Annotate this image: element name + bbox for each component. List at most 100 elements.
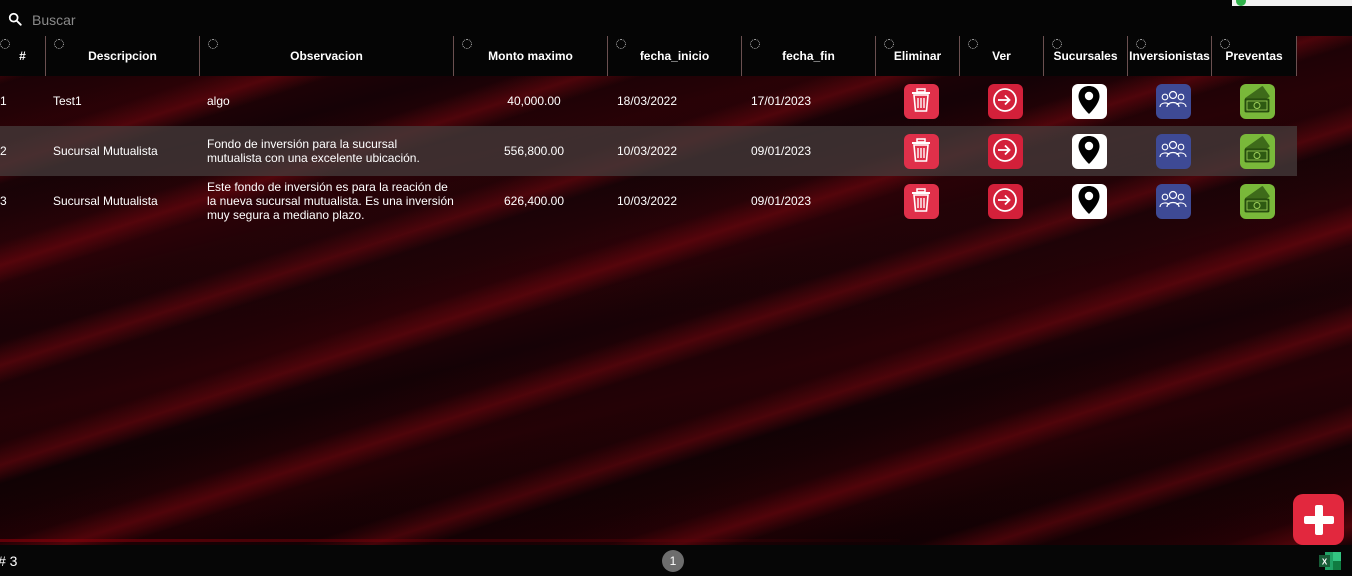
sort-icon — [750, 39, 760, 49]
cell-id: 2 — [0, 144, 7, 158]
cell-descripcion: Sucursal Mutualista — [53, 194, 158, 208]
presales-button[interactable] — [1239, 133, 1275, 169]
enter-arrow-icon — [992, 87, 1018, 116]
excel-icon[interactable]: X — [1318, 551, 1342, 571]
cell-eliminar — [876, 126, 966, 176]
location-pin-icon — [1077, 135, 1101, 168]
sort-icon — [884, 39, 894, 49]
table-row: 3 Sucursal Mutualista Este fondo de invers… — [0, 176, 1297, 226]
column-header-sucursales[interactable]: Sucursales — [1044, 36, 1128, 76]
cell-observacion: Fondo de inversión para la sucursal mutua… — [200, 126, 454, 176]
sort-icon — [0, 39, 10, 49]
sort-icon — [208, 39, 218, 49]
cell-inversionistas — [1128, 76, 1218, 126]
column-header-monto[interactable]: Monto maximo — [454, 36, 608, 76]
cell-fecha-fin: 09/01/2023 — [750, 194, 812, 208]
sort-icon — [616, 39, 626, 49]
search-bar — [0, 0, 1352, 36]
sort-icon — [1052, 39, 1062, 49]
sort-icon — [968, 39, 978, 49]
group-icon — [1158, 89, 1188, 114]
cell-fecha-inicio: 10/03/2022 — [616, 144, 678, 158]
table-footer: # 3 1 X — [0, 539, 1352, 576]
footer-divider — [0, 539, 900, 542]
search-input[interactable] — [30, 8, 1334, 32]
cell-eliminar — [876, 176, 966, 226]
trash-icon — [910, 187, 932, 216]
search-icon — [8, 12, 22, 26]
cell-observacion: Este fondo de inversión es para la reaci… — [200, 176, 454, 226]
table-row: 2 Sucursal Mutualista Fondo de inversión p… — [0, 126, 1297, 176]
column-header-id[interactable]: # — [0, 36, 46, 76]
observacion-line: muy segura a mediano plazo. — [207, 208, 365, 222]
money-bills-icon — [1242, 85, 1272, 117]
cell-monto: 556,800.00 — [503, 144, 565, 158]
add-button[interactable] — [1293, 494, 1344, 545]
cell-fecha-inicio: 18/03/2022 — [616, 94, 678, 108]
cell-sucursales — [1044, 126, 1134, 176]
svg-text:X: X — [1322, 558, 1328, 567]
observacion-line: Fondo de inversión para la sucursal — [207, 137, 398, 151]
trash-icon — [910, 137, 932, 166]
investors-button[interactable] — [1155, 183, 1191, 219]
column-header-eliminar[interactable]: Eliminar — [876, 36, 960, 76]
cell-ver — [960, 76, 1050, 126]
column-header-inversionistas[interactable]: Inversionistas — [1128, 36, 1212, 76]
cell-descripcion: Test1 — [53, 94, 82, 108]
observacion-line: la nueva sucursal mutualista. Es una inv… — [207, 194, 454, 208]
presales-button[interactable] — [1239, 183, 1275, 219]
investors-button[interactable] — [1155, 133, 1191, 169]
delete-button[interactable] — [903, 183, 939, 219]
cell-eliminar — [876, 76, 966, 126]
cell-inversionistas — [1128, 176, 1218, 226]
sort-icon — [1136, 39, 1146, 49]
observacion-line: mutualista con una excelente ubicación. — [207, 151, 420, 165]
branches-button[interactable] — [1071, 183, 1107, 219]
presales-button[interactable] — [1239, 83, 1275, 119]
group-icon — [1158, 139, 1188, 164]
view-button[interactable] — [987, 83, 1023, 119]
investors-button[interactable] — [1155, 83, 1191, 119]
table-header: # Descripcion Observacion Monto maximo f… — [0, 36, 1297, 76]
cell-observacion: algo — [200, 76, 454, 126]
column-header-ver[interactable]: Ver — [960, 36, 1044, 76]
location-pin-icon — [1077, 185, 1101, 218]
cell-sucursales — [1044, 76, 1134, 126]
enter-arrow-icon — [992, 187, 1018, 216]
delete-button[interactable] — [903, 133, 939, 169]
enter-arrow-icon — [992, 137, 1018, 166]
cell-fecha-fin: 09/01/2023 — [750, 144, 812, 158]
cell-ver — [960, 126, 1050, 176]
sort-icon — [1220, 39, 1230, 49]
plus-icon — [1303, 504, 1334, 535]
delete-button[interactable] — [903, 83, 939, 119]
cell-fecha-inicio: 10/03/2022 — [616, 194, 678, 208]
cell-sucursales — [1044, 176, 1134, 226]
column-header-fecha-inicio[interactable]: fecha_inicio — [608, 36, 742, 76]
branches-button[interactable] — [1071, 133, 1107, 169]
column-header-preventas[interactable]: Preventas — [1212, 36, 1297, 76]
cell-descripcion: Sucursal Mutualista — [53, 144, 158, 158]
cell-preventas — [1212, 176, 1302, 226]
cell-ver — [960, 176, 1050, 226]
funds-table: # Descripcion Observacion Monto maximo f… — [0, 36, 1297, 222]
top-right-accent — [1232, 0, 1352, 6]
cell-preventas — [1212, 76, 1302, 126]
view-button[interactable] — [987, 133, 1023, 169]
column-header-fecha-fin[interactable]: fecha_fin — [742, 36, 876, 76]
cell-id: 1 — [0, 94, 7, 108]
group-icon — [1158, 189, 1188, 214]
cell-fecha-fin: 17/01/2023 — [750, 94, 812, 108]
view-button[interactable] — [987, 183, 1023, 219]
trash-icon — [910, 87, 932, 116]
column-header-descripcion[interactable]: Descripcion — [46, 36, 200, 76]
branches-button[interactable] — [1071, 83, 1107, 119]
cell-inversionistas — [1128, 126, 1218, 176]
money-bills-icon — [1242, 185, 1272, 217]
cell-id: 3 — [0, 194, 7, 208]
column-header-observacion[interactable]: Observacion — [200, 36, 454, 76]
pagination-page-button[interactable]: 1 — [662, 550, 684, 572]
record-count: # 3 — [0, 553, 18, 569]
cell-monto: 626,400.00 — [503, 194, 565, 208]
sort-icon — [462, 39, 472, 49]
